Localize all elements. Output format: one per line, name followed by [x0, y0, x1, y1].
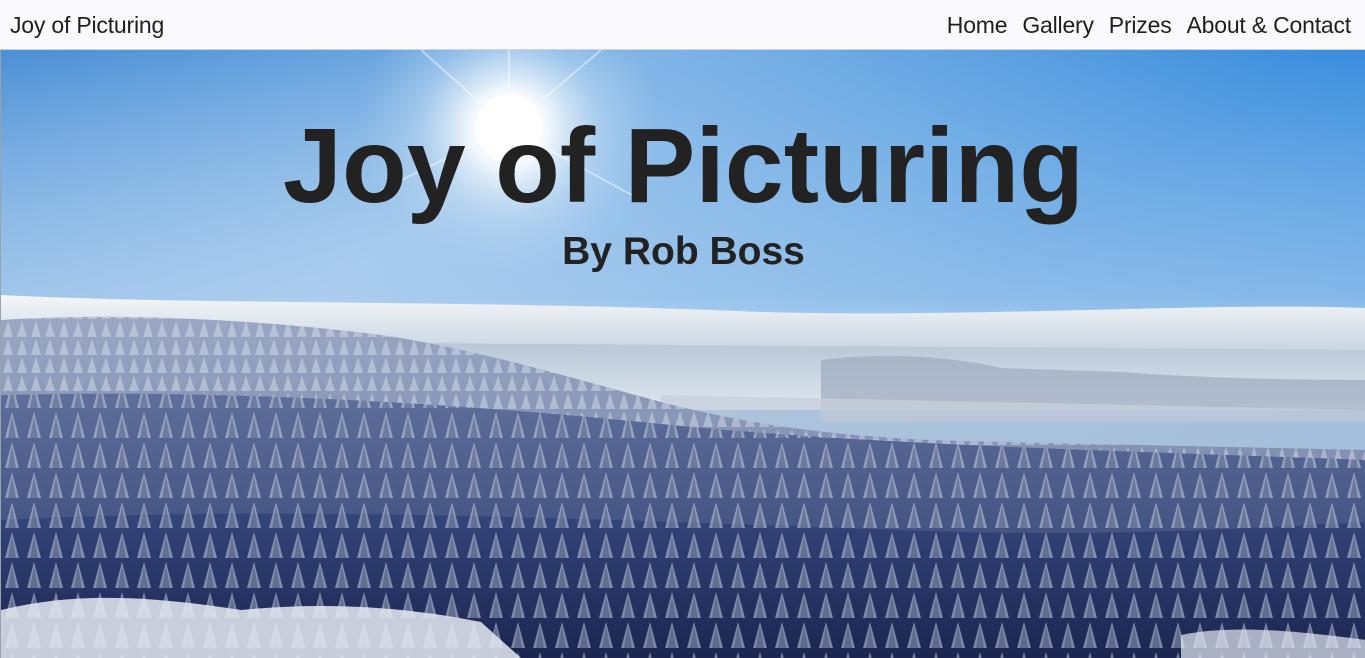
hero-banner: Joy of Picturing By Rob Boss [0, 50, 1365, 658]
nav-link-home[interactable]: Home [947, 10, 1008, 40]
top-navbar: Joy of Picturing Home Gallery Prizes Abo… [0, 0, 1365, 50]
nav-link-prizes[interactable]: Prizes [1109, 10, 1172, 40]
nav-link-gallery[interactable]: Gallery [1022, 10, 1094, 40]
nav-link-about-contact[interactable]: About & Contact [1187, 10, 1352, 40]
nav-links: Home Gallery Prizes About & Contact [947, 10, 1351, 40]
hero-title: Joy of Picturing [283, 107, 1084, 225]
hero-subtitle: By Rob Boss [562, 230, 805, 273]
site-brand-link[interactable]: Joy of Picturing [10, 10, 164, 40]
